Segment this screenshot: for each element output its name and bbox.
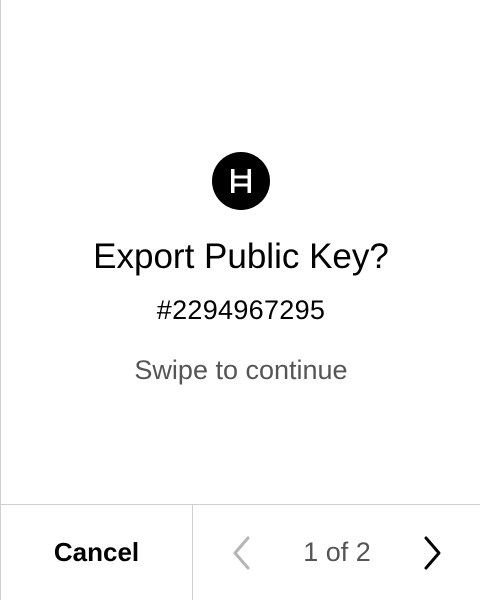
- chevron-right-icon[interactable]: [417, 535, 445, 571]
- device-screen: Export Public Key? #2294967295 Swipe to …: [0, 0, 480, 600]
- page-navigation: 1 of 2: [193, 505, 480, 600]
- footer-bar: Cancel 1 of 2: [1, 504, 480, 600]
- page-indicator: 1 of 2: [303, 537, 371, 567]
- hedera-logo-icon: [212, 152, 270, 210]
- swipe-hint: Swipe to continue: [134, 355, 348, 385]
- confirm-content: Export Public Key? #2294967295 Swipe to …: [1, 0, 480, 504]
- account-id: #2294967295: [156, 295, 326, 325]
- cancel-button[interactable]: Cancel: [1, 505, 193, 600]
- page-title: Export Public Key?: [93, 237, 389, 276]
- chevron-left-icon[interactable]: [229, 535, 257, 571]
